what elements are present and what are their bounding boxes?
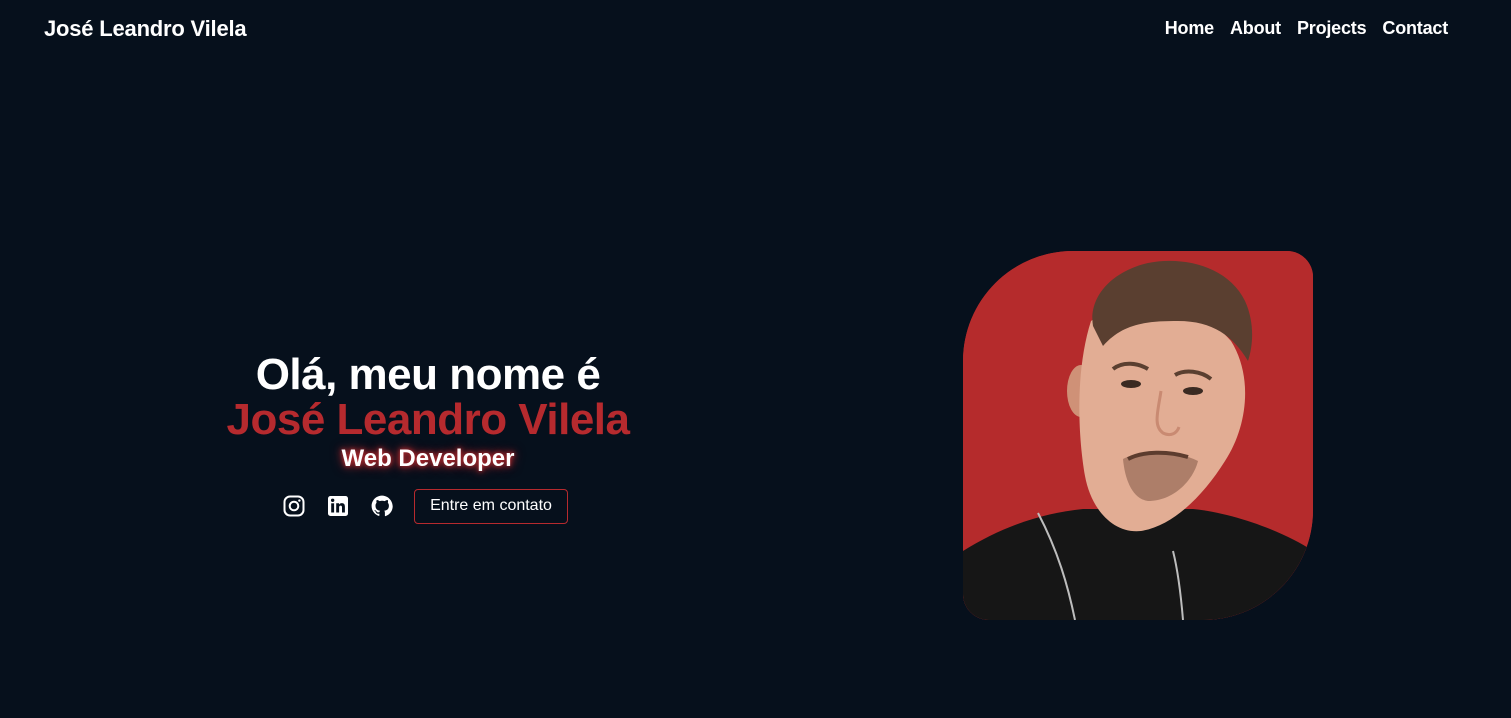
- nav-about[interactable]: About: [1230, 18, 1281, 39]
- social-links: Entre em contato: [282, 488, 568, 524]
- profile-photo-illustration: [963, 251, 1313, 620]
- hero-role: Web Developer: [341, 445, 515, 472]
- contact-button[interactable]: Entre em contato: [414, 488, 568, 524]
- profile-photo: [963, 251, 1313, 620]
- github-icon[interactable]: [370, 494, 394, 518]
- brand-logo[interactable]: José Leandro Vilela: [44, 16, 247, 42]
- nav-projects[interactable]: Projects: [1297, 18, 1367, 39]
- page: José Leandro Vilela Home About Projects …: [0, 0, 1511, 718]
- site-header: José Leandro Vilela Home About Projects …: [0, 0, 1511, 60]
- hero-name: José Leandro Vilela: [226, 395, 630, 444]
- linkedin-icon[interactable]: [326, 494, 350, 518]
- nav-home[interactable]: Home: [1165, 18, 1214, 39]
- hero-intro: Olá, meu nome é José Leandro Vilela Web …: [200, 352, 656, 474]
- instagram-icon[interactable]: [282, 494, 306, 518]
- nav-contact[interactable]: Contact: [1382, 18, 1448, 39]
- hero-greeting: Olá, meu nome é: [255, 350, 601, 399]
- main-nav: Home About Projects Contact: [1165, 18, 1448, 39]
